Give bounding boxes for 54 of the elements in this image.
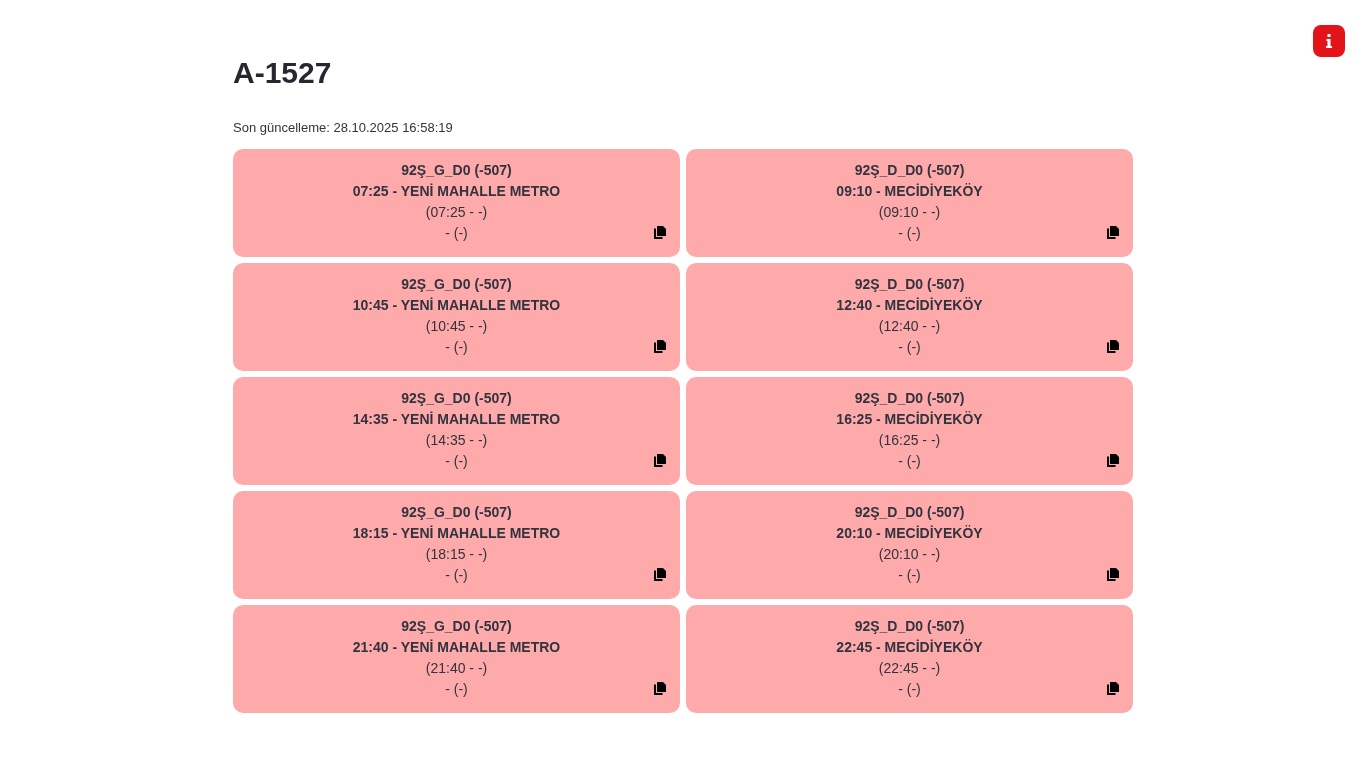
copy-icon[interactable] [1107,568,1119,581]
departure-text: 12:40 - MECİDİYEKÖY [836,296,983,315]
copy-icon[interactable] [1107,226,1119,239]
departure-text: 14:35 - YENİ MAHALLE METRO [352,410,561,429]
info-icon [1326,34,1332,48]
route-code: 92Ş_D_D0 (-507) [854,503,965,522]
detail-text: - (-) [898,680,921,699]
copy-icon[interactable] [1107,454,1119,467]
route-code: 92Ş_G_D0 (-507) [401,161,512,180]
departure-text: 20:10 - MECİDİYEKÖY [836,524,983,543]
departure-text: 16:25 - MECİDİYEKÖY [836,410,983,429]
route-code: 92Ş_G_D0 (-507) [401,389,512,408]
time-range-text: (16:25 - -) [878,431,941,450]
time-range-text: (22:45 - -) [878,659,941,678]
detail-text: - (-) [898,224,921,243]
copy-icon[interactable] [654,568,666,581]
route-code: 92Ş_D_D0 (-507) [854,389,965,408]
copy-icon[interactable] [1107,340,1119,353]
detail-text: - (-) [445,452,468,471]
time-range-text: (18:15 - -) [425,545,488,564]
detail-text: - (-) [898,338,921,357]
departure-text: 09:10 - MECİDİYEKÖY [836,182,983,201]
copy-icon[interactable] [654,682,666,695]
route-code: 92Ş_D_D0 (-507) [854,161,965,180]
route-code: 92Ş_D_D0 (-507) [854,275,965,294]
route-code: 92Ş_G_D0 (-507) [401,275,512,294]
copy-icon[interactable] [654,340,666,353]
detail-text: - (-) [445,680,468,699]
last-updated-text: Son güncelleme: 28.10.2025 16:58:19 [233,119,453,137]
time-range-text: (10:45 - -) [425,317,488,336]
route-code: 92Ş_G_D0 (-507) [401,503,512,522]
detail-text: - (-) [898,452,921,471]
departure-text: 07:25 - YENİ MAHALLE METRO [352,182,561,201]
route-code: 92Ş_G_D0 (-507) [401,617,512,636]
time-range-text: (09:10 - -) [878,203,941,222]
time-range-text: (20:10 - -) [878,545,941,564]
departure-text: 18:15 - YENİ MAHALLE METRO [352,524,561,543]
time-range-text: (07:25 - -) [425,203,488,222]
page-title: A-1527 [233,55,332,91]
time-range-text: (21:40 - -) [425,659,488,678]
departure-text: 22:45 - MECİDİYEKÖY [836,638,983,657]
time-range-text: (14:35 - -) [425,431,488,450]
copy-icon[interactable] [654,454,666,467]
detail-text: - (-) [898,566,921,585]
info-button[interactable] [1313,25,1345,57]
departure-text: 10:45 - YENİ MAHALLE METRO [352,296,561,315]
detail-text: - (-) [445,224,468,243]
detail-text: - (-) [445,566,468,585]
departure-text: 21:40 - YENİ MAHALLE METRO [352,638,561,657]
route-code: 92Ş_D_D0 (-507) [854,617,965,636]
detail-text: - (-) [445,338,468,357]
time-range-text: (12:40 - -) [878,317,941,336]
copy-icon[interactable] [1107,682,1119,695]
copy-icon[interactable] [654,226,666,239]
